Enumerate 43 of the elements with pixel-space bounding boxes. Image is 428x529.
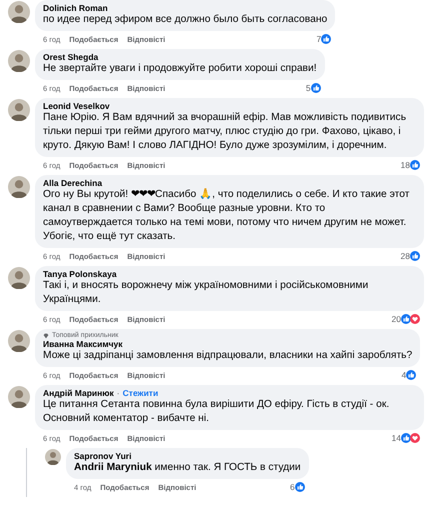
author-name[interactable]: Leonid Veselkov xyxy=(43,101,110,111)
avatar[interactable] xyxy=(8,330,30,352)
follow-link[interactable]: Стежити xyxy=(122,388,158,398)
author-name[interactable]: Orest Shegda xyxy=(43,52,98,62)
reaction-count[interactable]: 5 xyxy=(306,83,311,93)
comment-text: Такі і, и вносять ворожнечу між україномовними і російськомовними Українцями. xyxy=(43,279,370,307)
avatar[interactable] xyxy=(45,449,61,465)
comment-text: Ого ну Вы крутой! ❤❤❤Спасибо 🙏, что поделились о себе. И кто такие этот канал в сравнении с Вами? Вообще разные уровни. Кто то самоутверждается только на темі мови, потому что ничем другим не может. Убогіє, что ещё тут сказать. xyxy=(43,188,410,244)
avatar[interactable] xyxy=(8,50,30,72)
heart-icon xyxy=(410,433,420,443)
like-icon xyxy=(410,160,420,170)
author-name[interactable]: Иванна Максимчук xyxy=(43,339,123,349)
comment-text: Не звертайте уваги і продовжуйте робити хороші справи! xyxy=(43,62,317,76)
like-icon xyxy=(410,251,420,261)
comment-text: Це питання Сетанта повинна була вирішити ДО ефіру. Гість в студії - ок. Основний коментатор - вибачте ні. xyxy=(43,398,390,426)
reaction-count[interactable]: 28 xyxy=(400,251,410,261)
author-name[interactable]: Dolinich Roman xyxy=(43,3,108,13)
avatar[interactable] xyxy=(8,386,30,408)
author-name[interactable]: Андрій Маринюк xyxy=(43,388,114,398)
reaction-count[interactable]: 20 xyxy=(392,314,401,324)
separator-dot: · xyxy=(116,388,120,398)
like-icon xyxy=(294,482,305,492)
avatar[interactable] xyxy=(8,267,30,289)
comment-text: Пане Юрію. Я Вам вдячний за вчорашній ефір. Мав можливість подивитись тільки перші три гейми другого матчу, плюс студію до гри. Фахово, цікаво, і круто. Дякую Вам! І слово ЛАГІДНО! Було дуже зрозумілим, і доречним. xyxy=(43,111,408,153)
comment-text: по идее перед эфиром все должно было быть согласовано xyxy=(43,13,328,27)
avatar[interactable] xyxy=(8,99,30,121)
heart-icon xyxy=(410,314,420,324)
reaction-count[interactable]: 14 xyxy=(392,433,401,443)
author-name[interactable]: Alla Derechina xyxy=(43,178,102,188)
like-icon xyxy=(310,83,321,93)
author-name[interactable]: Tanya Polonskaya xyxy=(43,269,117,279)
reaction-count[interactable]: 18 xyxy=(400,160,410,170)
reaction-count[interactable]: 7 xyxy=(316,34,322,44)
avatar[interactable] xyxy=(8,176,30,198)
comment-text: Може ці задріпанці замовлення відпрацювали, власники на хайпі зароблять? xyxy=(43,349,412,363)
diamond-icon xyxy=(43,332,49,338)
author-name[interactable]: Sapronov Yuri xyxy=(74,451,132,461)
reaction-count[interactable]: 4 xyxy=(402,370,406,380)
like-icon xyxy=(406,370,416,380)
like-icon xyxy=(321,34,332,44)
reaction-count[interactable]: 6 xyxy=(290,482,295,492)
comment-text: Andrii Maryniuk именно так. Я ГОСТЬ в студии xyxy=(74,461,301,475)
avatar[interactable] xyxy=(8,1,30,23)
